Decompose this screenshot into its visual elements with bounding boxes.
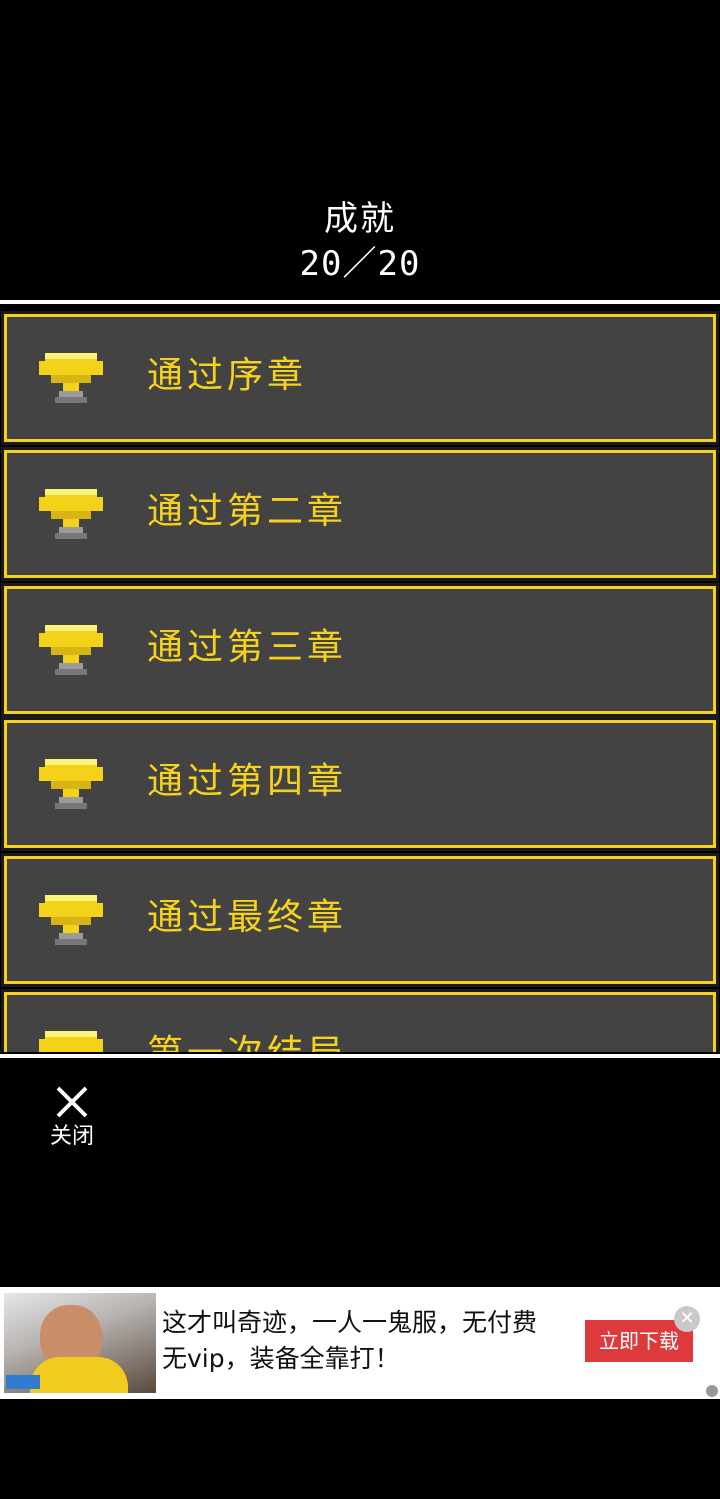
- achievement-list[interactable]: 通过序章 通过第二章 通过第三章 通过第四章 通过最终章: [0, 306, 720, 1052]
- ad-image-shirt: [30, 1357, 128, 1393]
- achievement-count: 20／20: [299, 244, 421, 284]
- achievement-item[interactable]: 通过序章: [1, 311, 719, 445]
- ad-banner[interactable]: 这才叫奇迹，一人一鬼服，无付费无vip，装备全靠打！ 立即下载 ✕: [0, 1287, 720, 1399]
- ad-image[interactable]: [4, 1293, 156, 1393]
- ad-close-icon[interactable]: ✕: [674, 1306, 700, 1332]
- trophy-icon: [39, 353, 103, 403]
- close-label: 关闭: [49, 1124, 94, 1149]
- ad-info-icon: [706, 1385, 718, 1397]
- ad-text[interactable]: 这才叫奇迹，一人一鬼服，无付费无vip，装备全靠打！: [162, 1305, 542, 1377]
- trophy-icon: [39, 489, 103, 539]
- trophy-icon: [39, 1031, 103, 1052]
- achievement-label: 通过第四章: [147, 761, 348, 802]
- achievement-item[interactable]: 通过最终章: [1, 853, 719, 987]
- close-button[interactable]: 关闭: [40, 1082, 104, 1166]
- top-divider: [0, 300, 720, 304]
- achievement-item[interactable]: 通过第三章: [1, 583, 719, 717]
- trophy-icon: [39, 895, 103, 945]
- page-title: 成就: [324, 199, 396, 239]
- bottom-divider: [0, 1054, 720, 1058]
- achievement-label: 通过第三章: [147, 627, 348, 668]
- achievement-item[interactable]: 通过第二章: [1, 447, 719, 581]
- achievement-label: 通过最终章: [147, 897, 348, 938]
- achievement-item[interactable]: 通过第四章: [1, 717, 719, 851]
- close-icon: [56, 1086, 88, 1118]
- achievement-label: 通过第二章: [147, 491, 348, 532]
- achievement-label: 通过序章: [147, 355, 308, 396]
- achievements-header: 成就 20／20: [0, 195, 720, 285]
- trophy-icon: [39, 759, 103, 809]
- achievement-item[interactable]: 第一次结局: [1, 989, 719, 1052]
- ad-image-badge: [6, 1375, 40, 1389]
- achievement-label: 第一次结局: [147, 1027, 347, 1052]
- trophy-icon: [39, 625, 103, 675]
